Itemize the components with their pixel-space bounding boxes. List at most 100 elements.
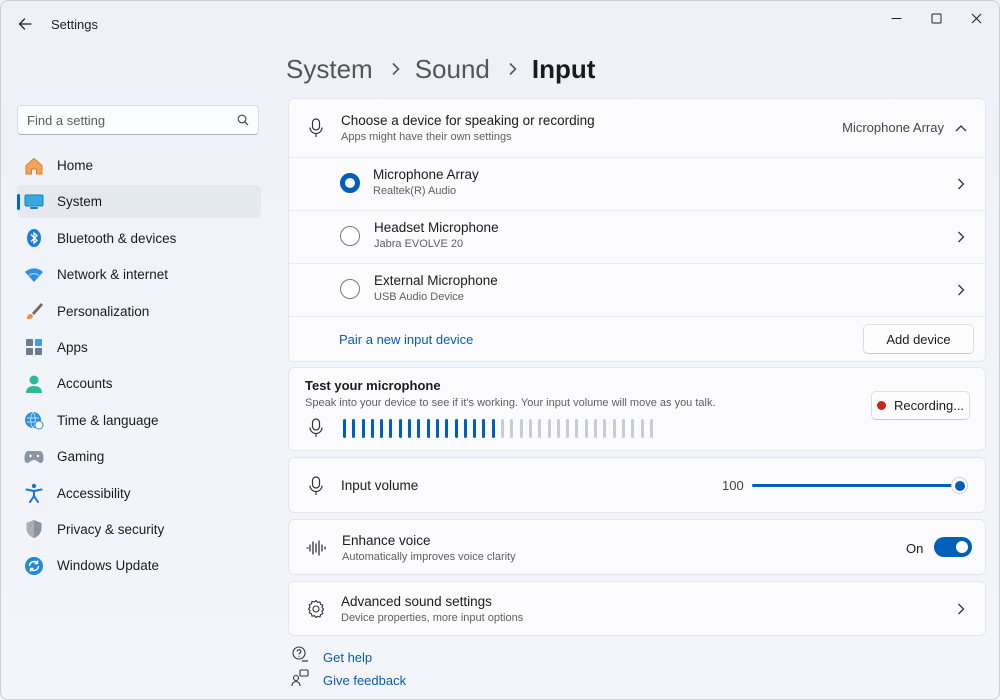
input-volume-slider-thumb[interactable] — [951, 477, 968, 494]
search-icon[interactable] — [228, 114, 258, 126]
input-volume-slider-track[interactable] — [752, 484, 959, 487]
sidebar-item-accessibility[interactable]: Accessibility — [17, 477, 261, 510]
meter-bar-inactive — [501, 418, 505, 438]
sidebar-item-label: Windows Update — [57, 558, 160, 574]
meter-bar-active — [473, 418, 477, 438]
device-name: Headset Microphone — [374, 220, 499, 235]
input-volume-label: Input volume — [341, 478, 419, 493]
meter-bar-inactive — [631, 418, 635, 438]
back-button[interactable] — [13, 12, 37, 36]
device-option-row[interactable]: Microphone Array Realtek(R) Audio — [289, 158, 985, 210]
enhance-voice-subtitle: Automatically improves voice clarity — [342, 551, 516, 563]
search-box — [17, 105, 259, 135]
test-mic-description: Speak into your device to see if it's wo… — [305, 397, 716, 409]
meter-bar-active — [445, 418, 449, 438]
sidebar-item-label: Accounts — [57, 376, 113, 392]
chevron-right-icon[interactable] — [953, 282, 969, 298]
home-icon — [23, 155, 45, 177]
sidebar-item-home[interactable]: Home — [17, 149, 261, 182]
meter-bar-active — [417, 418, 421, 438]
meter-bar-active — [463, 418, 467, 438]
device-radio[interactable] — [340, 226, 360, 246]
device-chooser-title: Choose a device for speaking or recordin… — [341, 113, 595, 128]
close-button[interactable] — [956, 7, 996, 29]
selected-device-value: Microphone Array — [842, 120, 944, 135]
title-bar: Settings — [1, 1, 999, 47]
give-feedback-link[interactable]: Give feedback — [323, 673, 406, 688]
account-icon — [23, 373, 45, 395]
sidebar-item-privacy[interactable]: Privacy & security — [17, 513, 261, 546]
meter-bar-active — [352, 418, 356, 438]
meter-bar-active — [408, 418, 412, 438]
sidebar-item-apps[interactable]: Apps — [17, 331, 261, 364]
globe-clock-icon — [23, 409, 45, 431]
microphone-icon — [305, 475, 327, 497]
meter-bar-inactive — [528, 418, 532, 438]
chevron-right-icon[interactable] — [953, 601, 969, 617]
meter-bar-inactive — [538, 418, 542, 438]
device-chooser-subtitle: Apps might have their own settings — [341, 131, 512, 143]
sidebar-nav: Home System Bluetooth & devices Network … — [17, 149, 261, 586]
pair-new-device-link[interactable]: Pair a new input device — [339, 332, 473, 347]
sidebar-item-label: Apps — [57, 339, 88, 355]
test-microphone-card: Test your microphone Speak into your dev… — [288, 367, 986, 451]
add-device-button[interactable]: Add device — [863, 324, 974, 354]
meter-bar-active — [361, 418, 365, 438]
get-help-link[interactable]: Get help — [323, 650, 372, 665]
sidebar-item-label: System — [57, 194, 103, 210]
meter-bar-active — [482, 418, 486, 438]
breadcrumb-system[interactable]: System — [286, 54, 373, 85]
device-option-row[interactable]: External Microphone USB Audio Device — [289, 264, 985, 316]
minimize-icon — [891, 17, 901, 19]
device-detail: Realtek(R) Audio — [373, 185, 457, 197]
microphone-icon — [305, 117, 327, 139]
enhance-voice-state: On — [906, 541, 924, 556]
search-input[interactable] — [18, 112, 228, 128]
recording-button[interactable]: Recording... — [871, 391, 970, 420]
device-chooser-header[interactable]: Choose a device for speaking or recordin… — [289, 99, 985, 157]
sidebar-item-time-language[interactable]: Time & language — [17, 404, 261, 437]
sidebar-item-accounts[interactable]: Accounts — [17, 367, 261, 400]
sidebar-item-network[interactable]: Network & internet — [17, 258, 261, 291]
advanced-sound-card[interactable]: Advanced sound settings Device propertie… — [288, 581, 986, 636]
shield-icon — [23, 518, 45, 540]
sidebar-item-gaming[interactable]: Gaming — [17, 440, 261, 473]
device-name: External Microphone — [374, 273, 498, 288]
brush-icon — [23, 300, 45, 322]
minimize-button[interactable] — [876, 7, 916, 29]
sidebar-item-windows-update[interactable]: Windows Update — [17, 549, 261, 582]
chevron-right-icon — [508, 62, 518, 76]
meter-bar-inactive — [640, 418, 644, 438]
microphone-icon — [305, 417, 327, 439]
system-icon — [23, 191, 45, 213]
breadcrumb-sound[interactable]: Sound — [415, 54, 490, 85]
back-arrow-icon — [18, 18, 32, 30]
meter-bar-inactive — [612, 418, 616, 438]
sidebar-item-system[interactable]: System — [17, 185, 261, 219]
sidebar-item-label: Time & language — [57, 412, 159, 428]
input-volume-value: 100 — [722, 478, 744, 493]
feedback-icon — [291, 669, 309, 692]
page-title: Input — [531, 53, 596, 84]
chevron-right-icon[interactable] — [953, 176, 969, 192]
meter-bar-active — [370, 418, 374, 438]
chevron-right-icon[interactable] — [953, 229, 969, 245]
meter-bar-inactive — [649, 418, 653, 438]
app-title: Settings — [51, 17, 98, 32]
enhance-voice-toggle[interactable] — [934, 537, 972, 557]
chevron-up-icon[interactable] — [953, 120, 969, 136]
meter-bar-active — [435, 418, 439, 438]
sidebar-item-label: Home — [57, 158, 94, 173]
meter-bar-active — [454, 418, 458, 438]
device-radio[interactable] — [340, 279, 360, 299]
meter-bar-inactive — [603, 418, 607, 438]
sidebar-item-bluetooth[interactable]: Bluetooth & devices — [17, 222, 261, 255]
recording-label: Recording... — [893, 398, 965, 413]
meter-bar-active — [398, 418, 402, 438]
device-radio-selected[interactable] — [340, 173, 360, 193]
sidebar-item-personalization[interactable]: Personalization — [17, 295, 261, 328]
sidebar-item-label: Network & internet — [57, 267, 169, 283]
device-option-row[interactable]: Headset Microphone Jabra EVOLVE 20 — [289, 211, 985, 263]
meter-bar-active — [491, 418, 495, 438]
maximize-button[interactable] — [916, 7, 956, 29]
